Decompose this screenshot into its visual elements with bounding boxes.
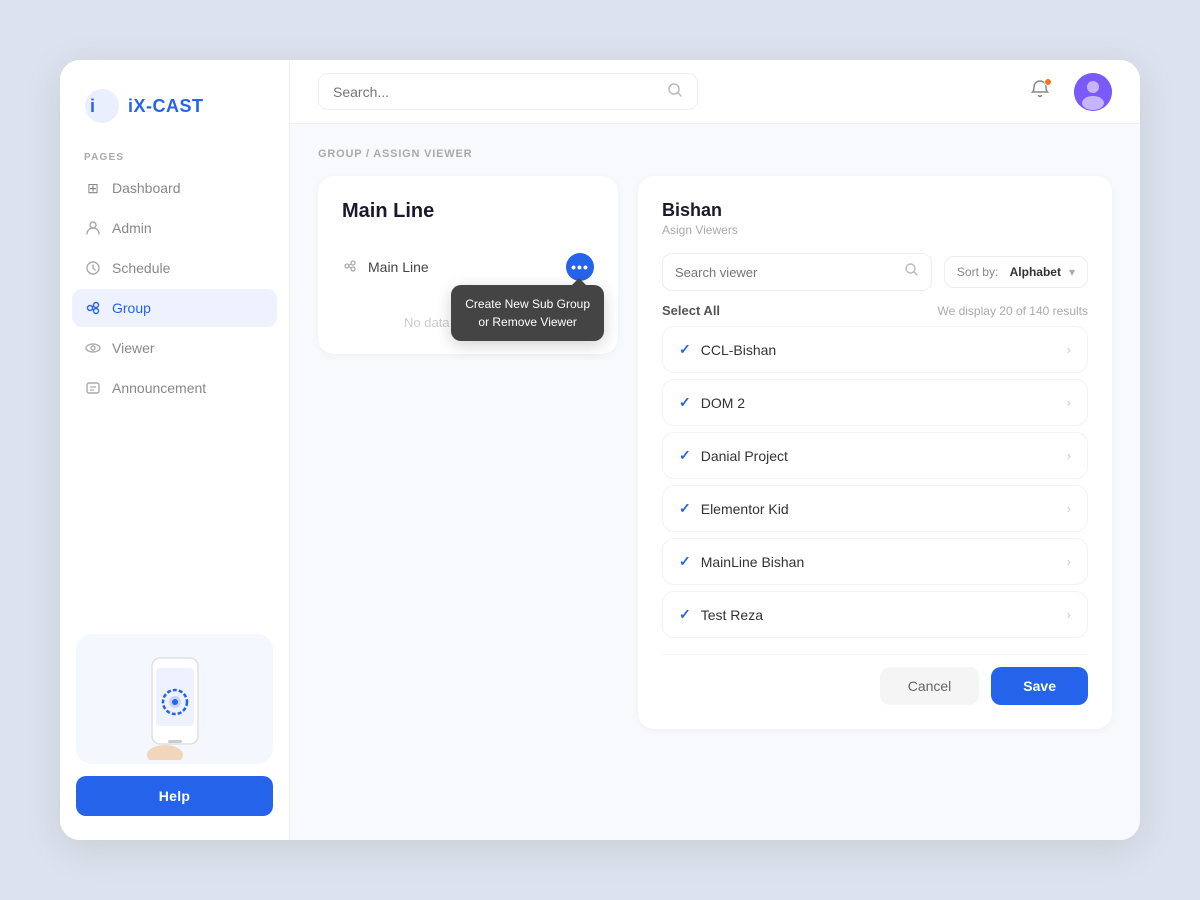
dashboard-icon: ⊞ [84,179,102,197]
content-row: Main Line Main Line ••• Create New Sub G… [318,176,1112,816]
check-icon: ✓ [679,447,691,464]
help-button[interactable]: Help [76,776,273,816]
viewer-item-left: ✓ Elementor Kid [679,500,789,517]
viewer-item-name: DOM 2 [701,395,745,411]
logo-area: i iX-CAST [60,60,289,144]
sort-chevron-icon: ▾ [1069,265,1075,279]
sidebar-item-admin[interactable]: Admin [72,209,277,247]
viewer-search-bar-container [662,253,932,291]
group-item-icon [342,258,358,277]
notification-button[interactable] [1022,74,1058,110]
sidebar-item-group[interactable]: Group [72,289,277,327]
sidebar-item-label-group: Group [112,300,151,316]
logo-text: iX-CAST [128,96,204,117]
sidebar-item-announcement[interactable]: Announcement [72,369,277,407]
chevron-down-icon: › [1067,448,1071,463]
sidebar-item-dashboard[interactable]: ⊞ Dashboard [72,169,277,207]
viewer-list: ✓ CCL-Bishan › ✓ DOM 2 › ✓ Danial Projec… [662,326,1088,638]
save-button[interactable]: Save [991,667,1088,705]
viewer-item-name: Danial Project [701,448,788,464]
sidebar-item-label-dashboard: Dashboard [112,180,181,196]
sidebar-item-label-viewer: Viewer [112,340,155,356]
pages-section-label: PAGES [60,144,289,169]
main-area: GROUP / ASSIGN VIEWER Main Line Main Lin… [290,60,1140,840]
check-icon: ✓ [679,500,691,517]
viewer-item-left: ✓ Danial Project [679,447,788,464]
tooltip-box: Create New Sub Group or Remove Viewer [451,285,604,341]
admin-icon [84,219,102,237]
viewer-search-row: Sort by: Alphabet ▾ [662,253,1088,291]
viewer-panel-title: Bishan [662,200,1088,221]
viewer-search-input[interactable] [675,265,896,280]
sidebar-item-label-admin: Admin [112,220,152,236]
viewer-item-left: ✓ DOM 2 [679,394,745,411]
viewer-panel: Bishan Asign Viewers Sort by: Alphabet ▾ [638,176,1112,729]
content-area: GROUP / ASSIGN VIEWER Main Line Main Lin… [290,124,1140,840]
viewer-item-left: ✓ MainLine Bishan [679,553,804,570]
check-icon: ✓ [679,553,691,570]
chevron-down-icon: › [1067,554,1071,569]
list-item[interactable]: ✓ MainLine Bishan › [662,538,1088,585]
viewer-panel-subtitle: Asign Viewers [662,223,1088,237]
breadcrumb: GROUP / ASSIGN VIEWER [318,148,1112,160]
chevron-down-icon: › [1067,501,1071,516]
group-panel: Main Line Main Line ••• Create New Sub G… [318,176,618,354]
sort-value: Alphabet [1010,265,1061,279]
tooltip-line2: or Remove Viewer [478,315,576,329]
search-bar-container [318,73,698,110]
cancel-button[interactable]: Cancel [880,667,980,705]
sidebar: i iX-CAST PAGES ⊞ Dashboard Admin [60,60,290,840]
check-icon: ✓ [679,394,691,411]
topbar [290,60,1140,124]
logo-icon: i [84,88,120,124]
select-all-label[interactable]: Select All [662,303,720,318]
viewer-search-icon [904,262,919,282]
viewer-item-left: ✓ CCL-Bishan [679,341,776,358]
group-panel-title: Main Line [342,200,594,223]
select-all-row: Select All We display 20 of 140 results [662,303,1088,318]
group-item-name: Main Line [368,259,429,275]
viewer-item-name: CCL-Bishan [701,342,776,358]
three-dot-button[interactable]: ••• [566,253,594,281]
list-item[interactable]: ✓ DOM 2 › [662,379,1088,426]
viewer-item-name: Elementor Kid [701,501,789,517]
search-icon [667,82,683,101]
sidebar-item-label-announcement: Announcement [112,380,206,396]
sidebar-item-label-schedule: Schedule [112,260,170,276]
search-input[interactable] [333,84,659,100]
group-item-row: Main Line ••• Create New Sub Group or Re… [342,243,594,291]
viewer-item-name: MainLine Bishan [701,554,805,570]
svg-text:i: i [90,96,95,116]
viewer-icon [84,339,102,357]
group-item-left: Main Line [342,258,429,277]
avatar[interactable] [1074,73,1112,111]
sort-prefix: Sort by: [957,265,998,279]
sidebar-bottom: Help [60,618,289,840]
topbar-right [1022,73,1112,111]
check-icon: ✓ [679,606,691,623]
tooltip-line1: Create New Sub Group [465,297,590,311]
list-item[interactable]: ✓ Elementor Kid › [662,485,1088,532]
sidebar-nav: ⊞ Dashboard Admin Schedule Group [60,169,289,618]
check-icon: ✓ [679,341,691,358]
announcement-icon [84,379,102,397]
list-item[interactable]: ✓ Test Reza › [662,591,1088,638]
viewer-item-left: ✓ Test Reza [679,606,763,623]
chevron-down-icon: › [1067,607,1071,622]
sort-dropdown[interactable]: Sort by: Alphabet ▾ [944,256,1088,288]
list-item[interactable]: ✓ Danial Project › [662,432,1088,479]
schedule-icon [84,259,102,277]
panel-footer: Cancel Save [662,654,1088,705]
chevron-down-icon: › [1067,342,1071,357]
phone-promo [76,634,273,764]
chevron-down-icon: › [1067,395,1071,410]
sidebar-item-viewer[interactable]: Viewer [72,329,277,367]
group-icon [84,299,102,317]
sidebar-item-schedule[interactable]: Schedule [72,249,277,287]
notification-dot [1044,78,1052,86]
viewer-item-name: Test Reza [701,607,763,623]
avatar-image [1074,73,1112,111]
results-count: We display 20 of 140 results [937,304,1088,318]
list-item[interactable]: ✓ CCL-Bishan › [662,326,1088,373]
